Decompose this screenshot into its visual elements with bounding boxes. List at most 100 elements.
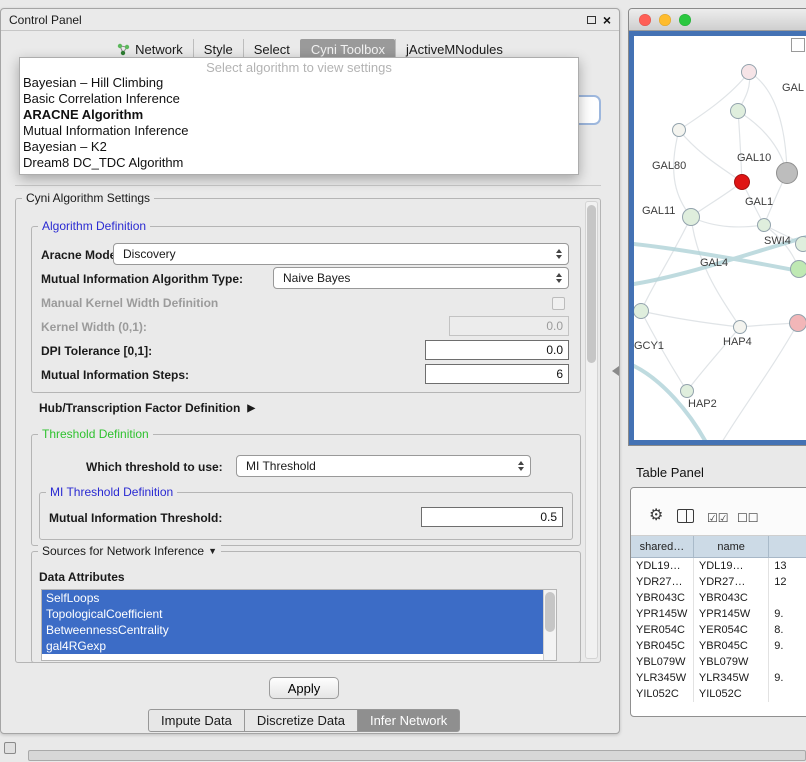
columns-icon[interactable] bbox=[677, 509, 694, 523]
column-header-name[interactable]: name bbox=[694, 536, 769, 557]
table-row[interactable]: YIL052CYIL052C bbox=[631, 686, 806, 702]
cyni-algorithm-settings-title: Cyni Algorithm Settings bbox=[22, 191, 154, 205]
show-checked-columns-icon[interactable]: ☑☑ bbox=[707, 510, 729, 526]
network-window-titlebar bbox=[629, 9, 806, 31]
menu-item-dream8[interactable]: Dream8 DC_TDC Algorithm bbox=[20, 155, 578, 171]
close-traffic-light[interactable] bbox=[639, 14, 651, 26]
hub-tf-definition-toggle[interactable]: Hub/Transcription Factor Definition▶ bbox=[39, 401, 255, 415]
close-window-icon[interactable]: × bbox=[603, 13, 611, 27]
node-label: GAL bbox=[782, 82, 804, 94]
settings-scrollbar-thumb[interactable] bbox=[587, 205, 596, 363]
zoom-traffic-light[interactable] bbox=[679, 14, 691, 26]
minimize-traffic-light[interactable] bbox=[659, 14, 671, 26]
node-label: GAL10 bbox=[737, 152, 771, 164]
table-row[interactable]: YER054CYER054C8. bbox=[631, 622, 806, 638]
network-node-hap2[interactable] bbox=[680, 384, 694, 398]
list-item-topologicalcoefficient[interactable]: TopologicalCoefficient bbox=[42, 606, 543, 622]
column-header-clipped[interactable] bbox=[769, 536, 806, 557]
network-node[interactable] bbox=[795, 236, 806, 252]
network-node[interactable] bbox=[757, 218, 771, 232]
list-item-betweennesscentrality[interactable]: BetweennessCentrality bbox=[42, 622, 543, 638]
network-node[interactable] bbox=[730, 103, 746, 119]
bottom-tab-bar: Impute Data Discretize Data Infer Networ… bbox=[148, 709, 460, 732]
hide-columns-icon[interactable]: ☐☐ bbox=[737, 510, 759, 526]
settings-scrollbar[interactable] bbox=[585, 201, 598, 659]
mi-steps-field[interactable] bbox=[425, 364, 569, 384]
combo-arrows-icon bbox=[556, 273, 562, 283]
menu-item-mutual-information[interactable]: Mutual Information Inference bbox=[20, 123, 578, 139]
control-panel-window: Control Panel × Network Style Select Cyn… bbox=[0, 8, 620, 734]
list-scrollbar[interactable] bbox=[543, 590, 556, 660]
dpi-tolerance-label: DPI Tolerance [0,1]: bbox=[41, 344, 152, 358]
table-row[interactable]: YLR345WYLR345W9. bbox=[631, 670, 806, 686]
tab-discretize-data[interactable]: Discretize Data bbox=[244, 709, 358, 732]
kernel-width-label: Kernel Width (0,1): bbox=[41, 320, 147, 334]
kernel-width-field[interactable] bbox=[449, 316, 569, 336]
which-threshold-select[interactable]: MI Threshold bbox=[236, 455, 531, 477]
table-row[interactable]: YBR045CYBR045C9. bbox=[631, 638, 806, 654]
panel-splitter-arrow[interactable] bbox=[612, 366, 619, 376]
horizontal-scrollbar[interactable] bbox=[28, 750, 806, 761]
float-window-icon[interactable] bbox=[587, 16, 596, 24]
menu-item-aracne[interactable]: ARACNE Algorithm bbox=[20, 107, 578, 123]
node-label: GAL4 bbox=[700, 257, 728, 269]
mi-algorithm-type-value: Naive Bayes bbox=[283, 271, 350, 285]
network-tab-icon bbox=[117, 43, 130, 56]
network-node[interactable] bbox=[790, 260, 806, 278]
list-item-gal4rgexp[interactable]: gal4RGexp bbox=[42, 638, 543, 654]
apply-button[interactable]: Apply bbox=[269, 677, 339, 699]
mi-algorithm-type-select[interactable]: Naive Bayes bbox=[273, 267, 569, 289]
aracne-mode-value: Discovery bbox=[123, 247, 176, 261]
algorithm-definition-title: Algorithm Definition bbox=[38, 219, 150, 233]
network-node-gal10[interactable] bbox=[734, 174, 750, 190]
network-node[interactable] bbox=[776, 162, 798, 184]
mi-threshold-label: Mutual Information Threshold: bbox=[49, 511, 222, 525]
control-panel-titlebar: Control Panel × bbox=[1, 9, 619, 31]
manual-kernel-width-label: Manual Kernel Width Definition bbox=[41, 296, 218, 310]
table-header-row: shared… name bbox=[631, 536, 806, 558]
aracne-mode-label: Aracne Mode: bbox=[41, 248, 120, 262]
network-view-frame: GAL80 GAL10 GAL1 GAL11 SWI4 GAL4 GCY1 HA… bbox=[629, 31, 806, 445]
node-label: HAP4 bbox=[723, 336, 752, 348]
network-node-gal11[interactable] bbox=[682, 208, 700, 226]
sources-title[interactable]: Sources for Network Inference▼ bbox=[38, 544, 221, 558]
table-panel-window: ⚙ ☑☑ ☐☐ shared… name YDL19…YDL19…13 YDR2… bbox=[630, 487, 806, 717]
which-threshold-label: Which threshold to use: bbox=[86, 460, 223, 474]
table-row[interactable]: YPR145WYPR145W9. bbox=[631, 606, 806, 622]
tab-infer-network[interactable]: Infer Network bbox=[357, 709, 460, 732]
table-row[interactable]: YBL079WYBL079W bbox=[631, 654, 806, 670]
network-overview-box bbox=[791, 38, 805, 52]
combo-arrows-icon bbox=[556, 249, 562, 259]
table-row[interactable]: YBR043CYBR043C bbox=[631, 590, 806, 606]
data-attributes-list: SelfLoops TopologicalCoefficient Between… bbox=[41, 589, 557, 661]
network-node[interactable] bbox=[672, 123, 686, 137]
combo-arrows-icon bbox=[518, 461, 524, 471]
list-scrollbar-thumb[interactable] bbox=[545, 592, 555, 632]
network-node[interactable] bbox=[741, 64, 757, 80]
data-attributes-label: Data Attributes bbox=[39, 570, 125, 584]
column-header-shared-name[interactable]: shared… bbox=[631, 536, 694, 557]
list-item-selfloops[interactable]: SelfLoops bbox=[42, 590, 543, 606]
network-view-window: GAL80 GAL10 GAL1 GAL11 SWI4 GAL4 GCY1 HA… bbox=[628, 8, 806, 446]
menu-item-bayesian-hill-climbing[interactable]: Bayesian – Hill Climbing bbox=[20, 75, 578, 91]
algorithm-popup-placeholder: Select algorithm to view settings bbox=[20, 58, 578, 75]
table-toolbar: ⚙ ☑☑ ☐☐ bbox=[631, 488, 806, 536]
dpi-tolerance-field[interactable] bbox=[425, 340, 569, 360]
menu-item-basic-correlation[interactable]: Basic Correlation Inference bbox=[20, 91, 578, 107]
network-canvas[interactable]: GAL80 GAL10 GAL1 GAL11 SWI4 GAL4 GCY1 HA… bbox=[634, 36, 806, 440]
window-controls: × bbox=[587, 13, 611, 27]
mi-threshold-field[interactable] bbox=[421, 507, 563, 527]
aracne-mode-select[interactable]: Discovery bbox=[113, 243, 569, 265]
network-node[interactable] bbox=[733, 320, 747, 334]
window-corner-icon[interactable] bbox=[4, 742, 16, 754]
manual-kernel-width-checkbox[interactable] bbox=[552, 297, 565, 310]
network-node[interactable] bbox=[789, 314, 806, 332]
table-row[interactable]: YDR27…YDR27…12 bbox=[631, 574, 806, 590]
menu-item-bayesian-k2[interactable]: Bayesian – K2 bbox=[20, 139, 578, 155]
table-panel-title: Table Panel bbox=[636, 465, 704, 480]
which-threshold-value: MI Threshold bbox=[246, 459, 316, 473]
table-row[interactable]: YDL19…YDL19…13 bbox=[631, 558, 806, 574]
tab-impute-data[interactable]: Impute Data bbox=[148, 709, 245, 732]
gear-icon[interactable]: ⚙ bbox=[649, 508, 663, 524]
table-body: YDL19…YDL19…13 YDR27…YDR27…12 YBR043CYBR… bbox=[631, 558, 806, 702]
